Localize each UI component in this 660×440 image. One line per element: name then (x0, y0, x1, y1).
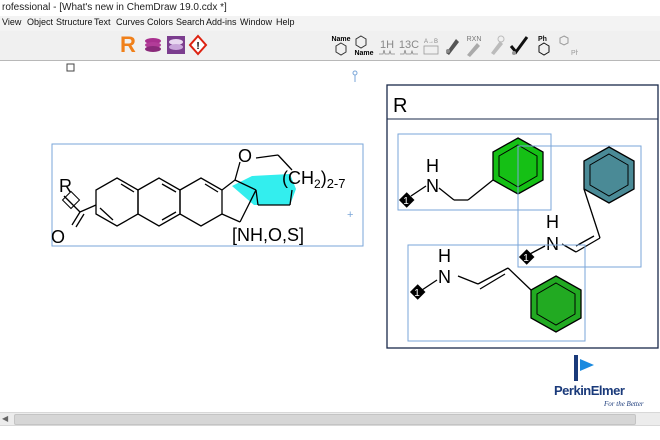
phenyl-icon[interactable]: Ph (532, 33, 554, 57)
perkinelmer-logo: PerkinElmer For the Better (554, 355, 658, 411)
menu-bar: View Object Structure Text Curves Colors… (0, 16, 660, 31)
selection-box (51, 143, 364, 247)
r-group-tool-button[interactable]: R (120, 32, 136, 58)
menu-view[interactable]: View (2, 17, 21, 27)
phenyl-expand-icon[interactable]: Ph (556, 33, 578, 57)
menu-colors[interactable]: Colors (147, 17, 173, 27)
c-nmr-icon[interactable]: 13C (398, 33, 420, 57)
name-struct-label: Name (354, 50, 373, 57)
stack-grid-icon[interactable] (165, 33, 187, 57)
menu-window[interactable]: Window (240, 17, 272, 27)
r-substituent-label: R (59, 176, 72, 196)
menu-object[interactable]: Object (27, 17, 53, 27)
brand-name: PerkinElmer (554, 383, 625, 398)
toolbar: R ! Name Name 1H 13C A→B RXN Ph Ph (0, 31, 660, 61)
ring-o-label: O (238, 146, 252, 166)
window-title: rofessional - [What's new in ChemDraw 19… (0, 0, 660, 16)
name-label: Name (331, 36, 350, 43)
h-label-2: H (546, 212, 559, 232)
scroll-left-arrow-icon[interactable]: ◀ (2, 414, 8, 423)
attach-number-1: 1 (403, 196, 409, 207)
flask-icon[interactable] (442, 33, 462, 57)
structure-to-name-icon[interactable]: Name (352, 33, 374, 57)
menu-help[interactable]: Help (276, 17, 295, 27)
menu-addins[interactable]: Add-ins (206, 17, 237, 27)
main-molecule[interactable]: R O O (CH2)2-7 [NH,O,S] + (51, 143, 364, 247)
h-label-1: H (426, 156, 439, 176)
rgroup-title: R (393, 95, 407, 117)
expand-handle[interactable]: + (347, 209, 353, 221)
drawing-canvas[interactable]: R O O (CH2)2-7 [NH,O,S] + R H N 1 H N 1 … (0, 61, 660, 383)
name-to-structure-icon[interactable]: Name (330, 33, 352, 57)
rxn-icon[interactable]: RXN (462, 33, 486, 57)
perkinelmer-mark-icon (574, 355, 594, 381)
h-nmr-label: 1H (380, 39, 394, 51)
heteroatom-label: [NH,O,S] (232, 225, 304, 245)
n-label-1: N (426, 176, 439, 196)
menu-search[interactable]: Search (176, 17, 205, 27)
hazard-icon[interactable]: ! (188, 33, 208, 57)
svg-text:!: ! (196, 41, 199, 52)
attach-number-2: 1 (523, 253, 529, 264)
chain-label: (CH2)2-7 (282, 168, 345, 191)
menu-text[interactable]: Text (94, 17, 111, 27)
horizontal-scrollbar[interactable]: ◀ (0, 412, 660, 426)
check-icon[interactable] (508, 33, 530, 57)
ph-label: Ph (538, 36, 547, 43)
attach-number-3: 1 (414, 288, 420, 299)
ab-label: A→B (424, 39, 438, 45)
n-label-2: N (546, 234, 559, 254)
brand-tagline: For the Better (604, 400, 644, 408)
rxn-label: RXN (467, 36, 482, 43)
h-nmr-icon[interactable]: 1H (377, 33, 397, 57)
page-corner-marker (66, 63, 75, 72)
c-nmr-label: 13C (399, 39, 419, 51)
menu-curves[interactable]: Curves (116, 17, 145, 27)
ph2-label: Ph (571, 50, 578, 57)
clean-icon[interactable] (487, 33, 507, 57)
rotate-handle[interactable] (352, 70, 358, 82)
multi-layer-icon[interactable] (142, 33, 164, 57)
reaction-arrow-icon[interactable]: A→B (421, 33, 441, 57)
n-label-3: N (438, 267, 451, 287)
carbonyl-o-label: O (51, 227, 65, 247)
scroll-thumb[interactable] (14, 414, 636, 425)
rgroup-table[interactable]: R H N 1 H N 1 H N 1 (386, 84, 659, 349)
menu-structure[interactable]: Structure (56, 17, 93, 27)
h-label-3: H (438, 246, 451, 266)
